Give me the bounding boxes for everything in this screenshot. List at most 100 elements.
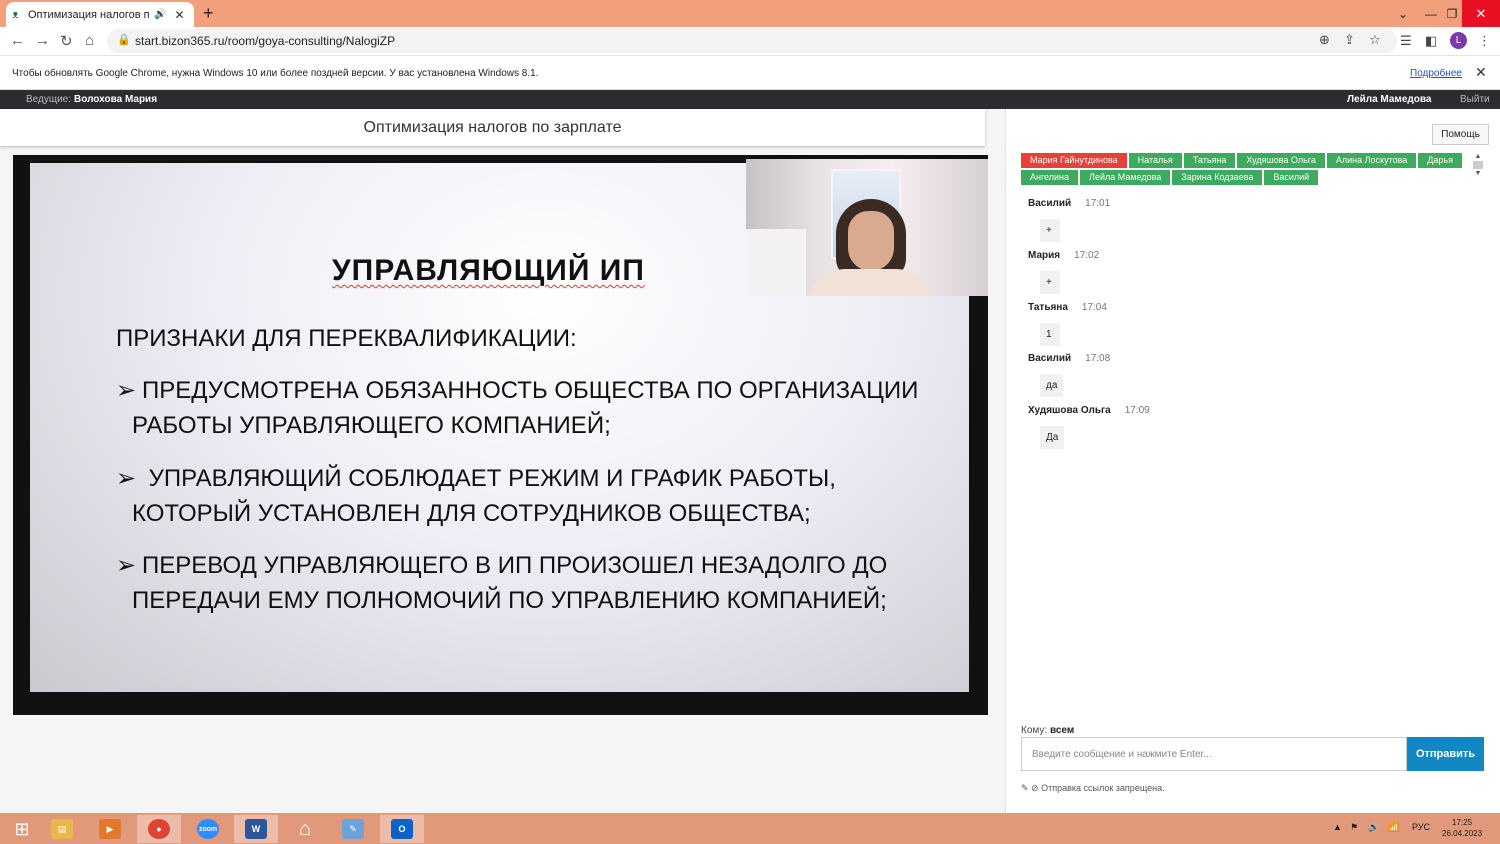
host-label: Ведущие: <box>26 94 71 105</box>
webinar-header: Ведущие: Волохова Мария Лейла Мамедова В… <box>0 90 1500 109</box>
message-time: 17:09 <box>1124 405 1150 416</box>
slide-bullet: ➢ ПРЕДУСМОТРЕНА ОБЯЗАННОСТЬ ОБЩЕСТВА ПО О… <box>116 373 936 443</box>
outlook-icon[interactable]: O <box>380 815 424 843</box>
message-text: + <box>1040 271 1060 294</box>
media-player-icon[interactable]: ▶ <box>88 815 132 843</box>
presenter-face <box>848 211 894 271</box>
scroll-down-icon[interactable]: ▼ <box>1473 170 1483 177</box>
message-time: 17:02 <box>1074 250 1100 261</box>
presenter-body <box>806 269 936 296</box>
participant-chip[interactable]: Лейла Мамедова <box>1080 170 1171 185</box>
video-player[interactable]: УПРАВЛЯЮЩИЙ ИП ПРИЗНАКИ ДЛЯ ПЕРЕКВАЛИФИК… <box>13 155 988 715</box>
webinar-title: Оптимизация налогов по зарплате <box>363 119 622 136</box>
windows-start-icon[interactable]: ⊞ <box>0 815 44 843</box>
url-text[interactable]: start.bizon365.ru/room/goya-consulting/N… <box>135 34 395 48</box>
chat-message: Татьяна 17:04 1 <box>1028 302 1107 346</box>
update-info-bar: Чтобы обновлять Google Chrome, нужна Win… <box>0 57 1500 90</box>
chat-message: Василий 17:08 да <box>1028 353 1110 397</box>
reading-list-icon[interactable]: ☰ <box>1400 33 1412 49</box>
reload-icon[interactable]: ↻ <box>60 32 73 50</box>
participant-chip[interactable]: Зарина Кодзаева <box>1172 170 1263 185</box>
clock-time: 17:25 <box>1452 818 1473 827</box>
exit-link[interactable]: Выйти <box>1460 94 1490 105</box>
presenter-webcam <box>746 159 988 296</box>
message-time: 17:01 <box>1085 198 1111 209</box>
chat-message-input[interactable]: Введите сообщение и нажмите Enter... <box>1021 737 1407 771</box>
message-author[interactable]: Василий <box>1028 353 1071 364</box>
scroll-thumb[interactable] <box>1473 161 1483 169</box>
language-indicator[interactable]: РУС <box>1412 822 1430 832</box>
recipient-selector[interactable]: Кому: всем <box>1021 725 1074 736</box>
arrow-bullet-icon: ➢ <box>116 377 137 404</box>
participant-list: Мария Гайнутдинова Наталья Татьяна Худяшова… <box>1021 153 1471 187</box>
chrome-icon[interactable]: ● <box>137 815 181 843</box>
close-window-button[interactable]: ✕ <box>1462 0 1500 27</box>
close-infobar-icon[interactable]: ✕ <box>1475 64 1487 81</box>
slide-subtitle: ПРИЗНАКИ ДЛЯ ПЕРЕКВАЛИФИКАЦИИ: <box>116 325 577 352</box>
tab-search-icon[interactable]: ⌄ <box>1392 0 1414 27</box>
participant-chip[interactable]: Худяшова Ольга <box>1237 153 1325 168</box>
file-explorer-icon[interactable]: ▤ <box>40 815 84 843</box>
tray-expand-icon[interactable]: ▲ <box>1333 822 1342 832</box>
links-forbidden-text: Отправка ссылок запрещена. <box>1041 783 1165 793</box>
participant-chip[interactable]: Дарья <box>1418 153 1462 168</box>
word-icon[interactable]: W <box>234 815 278 843</box>
restore-button[interactable]: ❐ <box>1441 0 1463 27</box>
chat-message: Мария 17:02 + <box>1028 250 1099 294</box>
chat-message: Василий 17:01 + <box>1028 198 1110 242</box>
new-tab-button[interactable]: + <box>203 3 214 24</box>
bullet-line: ПЕРЕВОД УПРАВЛЯЮЩЕГО В ИП ПРОИЗОШЕЛ НЕЗА… <box>142 552 888 579</box>
share-icon[interactable]: ⇪ <box>1344 32 1355 48</box>
participant-chip[interactable]: Алина Лоскутова <box>1326 153 1417 168</box>
participant-chip[interactable]: Татьяна <box>1183 153 1236 168</box>
forward-icon[interactable]: → <box>35 32 50 49</box>
minimize-button[interactable]: — <box>1420 0 1442 27</box>
zoom-icon[interactable]: ⊕ <box>1319 32 1330 48</box>
tab-close-icon[interactable]: ✕ <box>174 8 184 22</box>
address-bar[interactable]: 🔒 start.bizon365.ru/room/goya-consulting… <box>107 29 1397 53</box>
lock-icon[interactable]: 🔒 <box>117 33 131 46</box>
message-author[interactable]: Татьяна <box>1028 302 1068 313</box>
participant-chip[interactable]: Ангелина <box>1021 170 1079 185</box>
send-button[interactable]: Отправить <box>1407 737 1484 771</box>
more-info-link[interactable]: Подробнее <box>1410 68 1462 79</box>
current-user-name[interactable]: Лейла Мамедова <box>1347 94 1431 105</box>
message-author[interactable]: Василий <box>1028 198 1071 209</box>
menu-kebab-icon[interactable]: ⋮ <box>1478 33 1491 49</box>
profile-avatar[interactable]: L <box>1450 32 1467 49</box>
message-text: + <box>1040 219 1060 242</box>
clock-date: 26.04.2023 <box>1442 829 1483 838</box>
message-text: да <box>1040 374 1064 397</box>
action-center-flag-icon[interactable]: ⚑ <box>1350 822 1358 833</box>
participant-chip[interactable]: Василий <box>1264 170 1319 185</box>
webinar-title-bar: Оптимизация налогов по зарплате <box>0 109 985 146</box>
volume-icon[interactable]: 🔊 <box>1368 822 1379 833</box>
participant-scrollbar[interactable]: ▲ ▼ <box>1473 153 1483 185</box>
help-button[interactable]: Помощь <box>1432 124 1489 145</box>
zoom-app-icon[interactable]: zoom <box>186 815 230 843</box>
zoom-app-label: zoom <box>197 819 219 839</box>
slide-bullet: ➢ УПРАВЛЯЮЩИЙ СОБЛЮДАЕТ РЕЖИМ И ГРАФИК Р… <box>116 461 936 531</box>
bookmark-star-icon[interactable]: ☆ <box>1369 32 1381 48</box>
home-icon[interactable]: ⌂ <box>85 32 94 49</box>
webcam-shelf-background <box>746 229 806 296</box>
scroll-up-icon[interactable]: ▲ <box>1473 153 1483 160</box>
participant-chip[interactable]: Наталья <box>1128 153 1182 168</box>
links-forbidden-notice: ✎ ⊘ Отправка ссылок запрещена. <box>1021 783 1165 794</box>
recipient-value[interactable]: всем <box>1050 725 1074 736</box>
participant-chip[interactable]: Мария Гайнутдинова <box>1021 153 1127 168</box>
back-icon[interactable]: ← <box>10 32 25 49</box>
arrow-bullet-icon: ➢ <box>116 465 137 492</box>
audio-playing-icon[interactable]: 🔊 <box>154 9 166 20</box>
side-panel-icon[interactable]: ◧ <box>1425 33 1437 49</box>
message-author[interactable]: Худяшова Ольга <box>1028 405 1111 416</box>
message-text: Да <box>1040 426 1065 449</box>
paint-icon[interactable]: ✎ <box>331 815 375 843</box>
message-author[interactable]: Мария <box>1028 250 1060 261</box>
network-icon[interactable]: 📶 <box>1388 822 1399 833</box>
home-app-icon[interactable]: ⌂ <box>283 815 327 843</box>
system-clock[interactable]: 17:25 26.04.2023 <box>1442 817 1482 839</box>
bullet-line: ПЕРЕДАЧИ ЕМУ ПОЛНОМОЧИЙ ПО УПРАВЛЕНИЮ КО… <box>132 587 887 614</box>
browser-tab[interactable]: ᴥ Оптимизация налогов по з 🔊 ✕ <box>6 2 194 27</box>
chat-panel: Помощь Мария Гайнутдинова Наталья Татьяна Х… <box>1005 109 1500 813</box>
